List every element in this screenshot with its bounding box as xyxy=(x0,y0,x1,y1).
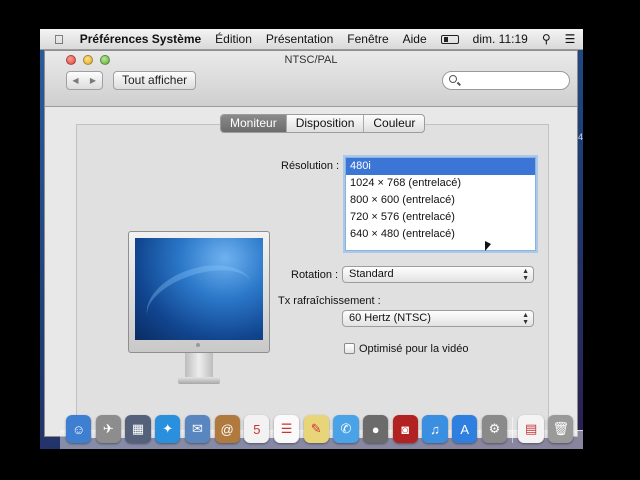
menu-clock[interactable]: dim. 11:19 xyxy=(466,29,535,50)
resolution-option-1024x768[interactable]: 1024 × 768 (entrelacé) xyxy=(346,175,535,192)
apple-logo-icon xyxy=(196,343,200,347)
spotlight-icon[interactable]: ⚲ xyxy=(535,29,558,50)
trash-icon[interactable]: 🗑 xyxy=(548,415,574,443)
notes-icon[interactable]: ✎ xyxy=(303,415,329,443)
menu-edit[interactable]: Édition xyxy=(208,29,259,50)
monitor-foot xyxy=(178,377,220,384)
back-button[interactable]: ◀ xyxy=(66,71,85,90)
reminders-icon[interactable]: ☰ xyxy=(273,415,300,443)
safari-icon[interactable]: ✦ xyxy=(155,415,181,443)
resolution-label: Résolution : xyxy=(281,160,340,172)
resolution-list[interactable]: 480i 1024 × 768 (entrelacé) 800 × 600 (e… xyxy=(345,157,536,251)
launchpad-icon[interactable]: ✈ xyxy=(95,415,121,443)
apple-menu-icon[interactable]:  xyxy=(40,29,73,50)
chevron-left-icon: ◀ xyxy=(72,76,79,85)
tab-arrangement[interactable]: Disposition xyxy=(285,115,364,132)
battery-icon[interactable] xyxy=(434,29,466,50)
menu-window[interactable]: Fenêtre xyxy=(340,29,395,50)
tab-color[interactable]: Couleur xyxy=(363,115,424,132)
rotation-label: Rotation : xyxy=(291,269,339,281)
chevron-right-icon: ▶ xyxy=(89,76,97,85)
dock: ☺ ✈ ▦ ✦ ✉ @5 ☰ ✎ ✆ ● ◙ ♫ A ⚙ ▤ 🗑 xyxy=(60,407,583,449)
background-text: 4 xyxy=(578,132,583,142)
menu-app-name[interactable]: Préférences Système xyxy=(73,29,208,50)
search-field[interactable] xyxy=(442,71,570,90)
menu-bar:  Préférences Système Édition Présentati… xyxy=(40,29,583,50)
resolution-option-720x576[interactable]: 720 × 576 (entrelacé) xyxy=(346,209,535,226)
preferences-window: NTSC/PAL ◀ ▶ Tout afficher Moniteur Disp… xyxy=(44,50,578,438)
desktop:  Préférences Système Édition Présentati… xyxy=(40,29,583,449)
photo-booth-icon[interactable]: ◙ xyxy=(392,415,418,443)
app-store-icon[interactable]: A xyxy=(452,415,478,443)
optimize-video-checkbox[interactable] xyxy=(344,343,355,354)
title-bar: NTSC/PAL ◀ ▶ Tout afficher xyxy=(45,51,577,107)
menu-help[interactable]: Aide xyxy=(396,29,434,50)
resolution-option-480i[interactable]: 480i xyxy=(346,158,535,175)
updown-arrows-icon: ▲ ▼ xyxy=(522,312,529,326)
menu-extras: dim. 11:19 ⚲ ☰ xyxy=(434,29,583,50)
forward-button[interactable]: ▶ xyxy=(84,71,103,90)
monitor-bezel xyxy=(128,231,270,353)
resolution-option-800x600[interactable]: 800 × 600 (entrelacé) xyxy=(346,192,535,209)
resolution-option-640x480[interactable]: 640 × 480 (entrelacé) xyxy=(346,226,535,243)
refresh-rate-popup[interactable]: 60 Hertz (NTSC) ▲ ▼ xyxy=(342,310,534,327)
contacts-icon[interactable]: @ xyxy=(214,415,240,443)
search-icon xyxy=(449,75,457,83)
optimize-video-label: Optimisé pour la vidéo xyxy=(359,343,469,355)
mail-icon[interactable]: ✉ xyxy=(184,415,211,443)
window-title: NTSC/PAL xyxy=(284,54,338,66)
dock-separator xyxy=(511,417,514,443)
refresh-rate-value: 60 Hertz (NTSC) xyxy=(349,312,431,324)
rotation-value: Standard xyxy=(349,268,394,280)
monitor-display xyxy=(135,238,263,340)
refresh-rate-label: Tx rafraîchissement : xyxy=(278,295,381,307)
monitor-image xyxy=(128,231,270,389)
mouse-cursor-icon xyxy=(485,241,491,251)
rotation-popup[interactable]: Standard ▲ ▼ xyxy=(342,266,534,283)
mission-control-icon[interactable]: ▦ xyxy=(125,415,151,443)
finder-icon[interactable]: ☺ xyxy=(66,415,92,443)
messages-icon[interactable]: ✆ xyxy=(333,415,359,443)
document-icon[interactable]: ▤ xyxy=(518,415,544,443)
itunes-icon[interactable]: ♫ xyxy=(422,415,448,443)
updown-arrows-icon: ▲ ▼ xyxy=(522,268,529,282)
notification-center-icon[interactable]: ☰ xyxy=(558,29,583,50)
show-all-button[interactable]: Tout afficher xyxy=(113,71,197,90)
facetime-icon[interactable]: ● xyxy=(363,415,389,443)
monitor-neck xyxy=(185,353,213,379)
menu-view[interactable]: Présentation xyxy=(259,29,340,50)
system-preferences-icon[interactable]: ⚙ xyxy=(481,415,508,443)
calendar-icon[interactable]: 5 xyxy=(244,415,270,443)
tab-bar: Moniteur Disposition Couleur xyxy=(220,114,426,133)
tab-monitor[interactable]: Moniteur xyxy=(221,115,286,132)
